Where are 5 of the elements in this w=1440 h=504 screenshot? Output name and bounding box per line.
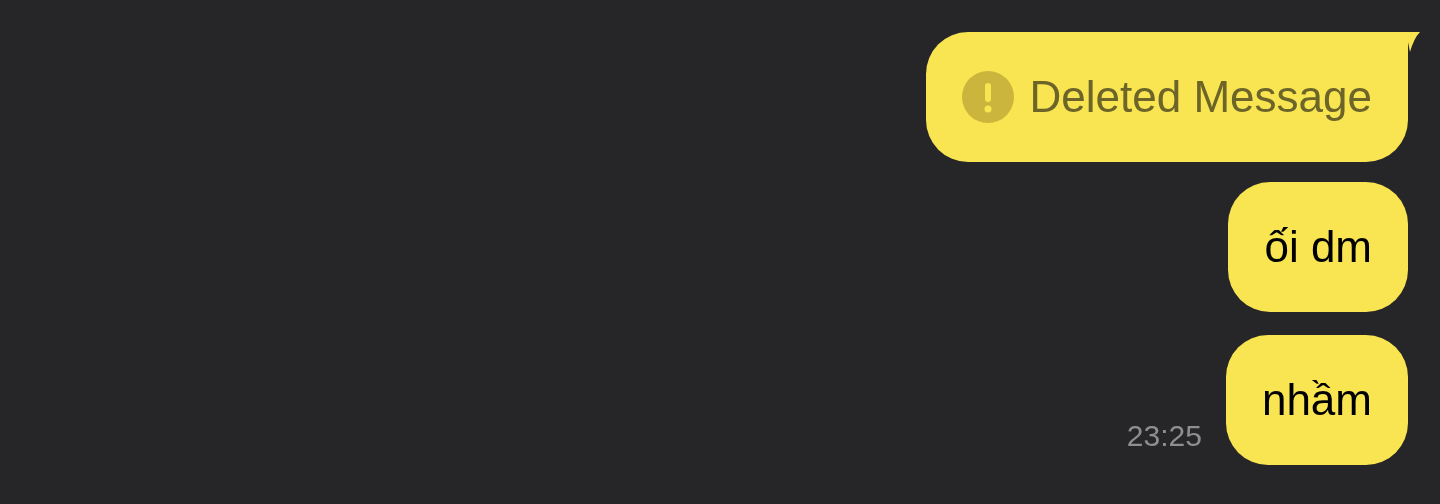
message-text: ối dm: [1264, 222, 1372, 272]
warning-icon: [961, 71, 1014, 123]
message-text: nhầm: [1261, 375, 1372, 425]
message-text: Deleted Message: [1029, 72, 1372, 122]
message-time: 23:25: [1126, 419, 1202, 453]
